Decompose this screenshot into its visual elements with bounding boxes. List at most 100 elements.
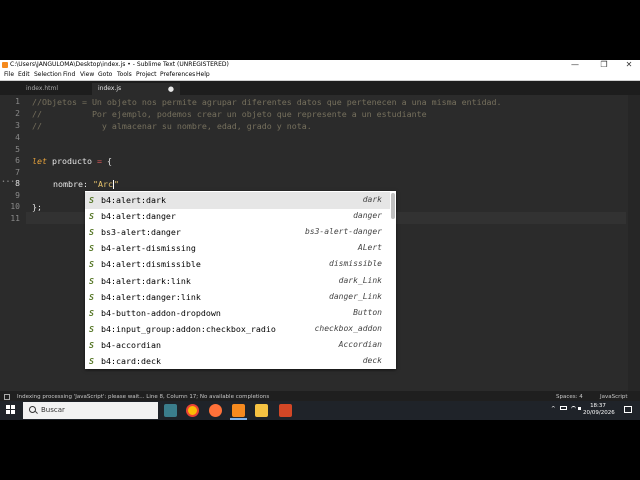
tab-label: index.html [26,85,58,92]
autocomplete-item[interactable]: Sb4-button-addon-dropdown Button [85,305,390,322]
code-line-8: nombre: "Arc" [53,179,119,189]
snippet-kind-icon: S [89,307,94,318]
menu-tools[interactable]: Tools [117,70,132,80]
tab-index-js[interactable]: index.js ● [92,83,180,95]
line-number: 9 [15,191,20,200]
battery-icon[interactable] [560,406,567,410]
menu-goto[interactable]: Goto [98,70,112,80]
autocomplete-item[interactable]: Sb4:alert:dark dark [85,192,390,209]
autocomplete-hint: dismissible [329,259,382,269]
sublime-app-icon [2,62,8,68]
autocomplete-trigger: b4:alert:danger:link [101,291,201,302]
snippet-kind-icon: S [89,275,94,286]
autocomplete-item[interactable]: Sb4:alert:dark:link dark_Link [85,273,390,290]
code-line-1: //Objetos = Un objeto nos permite agrupa… [32,97,502,107]
task-view-icon[interactable] [164,404,177,417]
menu-find[interactable]: Find [63,70,75,80]
autocomplete-item[interactable]: Sb4-accordian Accordian [85,337,390,354]
line-number-current: 8 [15,179,20,188]
line-number: 11 [10,214,20,223]
autocomplete-trigger: b4-alert-dismissing [101,243,196,254]
autocomplete-trigger: b4:input_group:addon:checkbox_radio [101,323,276,334]
notification-icon[interactable] [624,406,632,413]
windows-start-icon[interactable] [6,405,16,415]
autocomplete-item[interactable]: Sb4:alert:dismissible dismissible [85,256,390,273]
firefox-icon[interactable] [209,404,222,417]
menu-preferences[interactable]: Preferences [160,70,195,80]
tab-dirty-indicator[interactable]: ● [168,83,174,95]
tray-chevron-icon[interactable]: ^ [551,406,556,412]
autocomplete-trigger: b4:card:deck [101,356,161,366]
string-literal: "Arc" [92,179,119,189]
autocomplete-hint: ALert [357,243,382,253]
code-line-3: // y almacenar su nombre, edad, grado y … [32,121,312,131]
autocomplete-hint: danger [353,211,382,221]
code-text: //Objetos = Un objeto nos permite agrupa… [32,95,502,212]
menu-project[interactable]: Project [136,70,157,80]
volume-icon[interactable] [578,407,581,410]
close-button[interactable]: ✕ [620,60,638,70]
snippet-kind-icon: S [89,211,94,222]
open-brace: { [101,156,112,166]
snippet-kind-icon: S [89,259,94,270]
snippet-kind-icon: S [89,243,94,254]
autocomplete-item[interactable]: Sb4:alert:danger danger [85,208,390,225]
line-number: 5 [15,145,20,154]
maximize-button[interactable]: ❐ [595,60,613,70]
menu-edit[interactable]: Edit [18,70,30,80]
autocomplete-item[interactable]: Sb4:alert:danger:link danger_Link [85,289,390,306]
autocomplete-hint: dark_Link [338,275,382,285]
tab-index-html[interactable]: index.html [20,83,92,95]
file-explorer-icon[interactable] [255,404,268,417]
autocomplete-item[interactable]: Sb4:input_group:addon:checkbox_radio chec… [85,321,390,338]
autocomplete-trigger: b4:alert:danger [101,211,176,222]
windows-taskbar: Buscar ^ 18:37 20/09/2026 [0,401,640,420]
line-number: 6 [15,156,20,165]
wifi-icon[interactable] [571,406,576,412]
window-title: C:\Users\JANGULOMA\Desktop\index.js • - … [10,61,229,68]
line-number: 4 [15,133,20,142]
autocomplete-hint: checkbox_addon [314,323,382,333]
snippet-kind-icon: S [89,323,94,334]
colon: : [82,179,93,189]
sublime-text-icon[interactable] [232,404,245,417]
chrome-icon[interactable] [186,404,199,417]
minimize-button[interactable]: — [566,60,584,70]
autocomplete-hint: Accordian [338,339,382,349]
title-bar: C:\Users\JANGULOMA\Desktop\index.js • - … [0,60,640,70]
text-cursor [112,180,114,189]
line-number: 2 [15,109,20,118]
snippet-kind-icon: S [89,291,94,302]
snippet-kind-icon: S [89,227,94,238]
code-line-2: // Por ejemplo, podemos crear un objeto … [32,109,427,119]
editor-scrollbar[interactable] [628,95,640,391]
autocomplete-hint: deck [362,356,382,365]
menu-view[interactable]: View [80,70,94,80]
autocomplete-item[interactable]: Sb4-alert-dismissing ALert [85,240,390,257]
menu-help[interactable]: Help [196,70,210,80]
autocomplete-trigger: b4-accordian [101,339,161,350]
snippet-kind-icon: S [89,195,94,205]
autocomplete-trigger: b4:alert:dismissible [101,259,201,270]
code-line-6: let producto = { [32,156,112,166]
snippet-kind-icon: S [89,339,94,350]
taskbar-clock[interactable]: 18:37 20/09/2026 [583,403,615,417]
variable-name: producto [47,156,97,166]
panel-toggle-icon[interactable] [4,394,10,400]
menu-bar: File Edit Selection Find View Goto Tools… [0,70,640,81]
autocomplete-scrollbar[interactable] [391,193,395,219]
line-number: 7 [15,168,20,177]
line-number: 3 [15,121,20,130]
menu-selection[interactable]: Selection [34,70,62,80]
powerpoint-icon[interactable] [279,404,292,417]
search-placeholder: Buscar [41,406,65,414]
menu-file[interactable]: File [4,70,14,80]
autocomplete-item[interactable]: Sbs3-alert:danger bs3-alert-danger [85,224,390,241]
clock-date: 20/09/2026 [583,410,615,416]
autocomplete-item[interactable]: Sb4:card:deck deck [85,353,390,370]
taskbar-search-box[interactable]: Buscar [23,402,158,419]
autocomplete-hint: dark [362,195,382,204]
autocomplete-trigger: b4-button-addon-dropdown [101,307,221,318]
autocomplete-popup[interactable]: Sb4:alert:dark dark Sb4:alert:danger danger… [85,191,396,369]
active-app-indicator [230,418,247,420]
